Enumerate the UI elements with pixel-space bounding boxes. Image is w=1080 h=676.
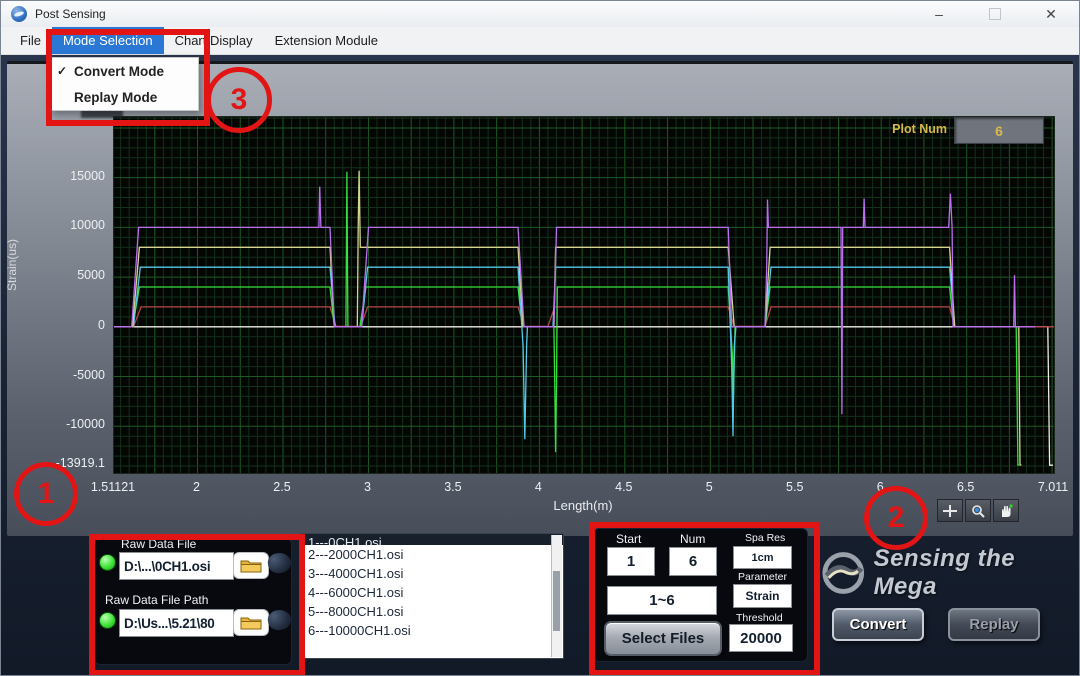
close-button[interactable]: ✕ [1023, 1, 1079, 27]
file-list-item[interactable]: 6---10000CH1.osi [301, 621, 563, 640]
x-tick-label: 4.5 [584, 480, 664, 494]
series-10000CH1 [114, 187, 1035, 415]
x-axis-title: Length(m) [483, 498, 683, 513]
y-tick-label: 10000 [29, 218, 105, 232]
x-tick-label: 2.5 [242, 480, 322, 494]
brand-swirl-icon [821, 550, 866, 596]
raw-data-file-input[interactable]: D:\...\0CH1.osi [119, 552, 234, 580]
app-logo-icon [11, 6, 27, 22]
zoom-tool[interactable] [965, 499, 991, 522]
x-tick-label: 6 [840, 480, 920, 494]
convert-button[interactable]: Convert [832, 608, 924, 641]
cursor-crosshair-tool[interactable] [937, 499, 963, 522]
raw-data-file-path-led [99, 612, 116, 629]
menu-chart-display[interactable]: Chart Display [164, 27, 264, 54]
raw-data-file-led [99, 554, 116, 571]
file-list[interactable]: 1---0CH1.osi2---2000CH1.osi3---4000CH1.o… [300, 533, 564, 659]
raw-data-file-path-input[interactable]: D:\Us...\5.21\80 [119, 609, 234, 637]
file-list-item[interactable]: 1---0CH1.osi [301, 534, 563, 545]
file-list-item[interactable]: 2---2000CH1.osi [301, 545, 563, 564]
threshold-label: Threshold [736, 612, 783, 624]
start-label: Start [616, 532, 641, 546]
strain-chart [114, 117, 1054, 473]
scrollbar-thumb[interactable] [553, 571, 560, 631]
menu-bar: File Mode Selection Chart Display Extens… [1, 27, 1079, 55]
series-6000CH1 [114, 267, 1009, 439]
x-tick-label: 1.51121 [73, 480, 153, 494]
menu-extension-module[interactable]: Extension Module [264, 27, 389, 54]
file-list-item[interactable]: 4---6000CH1.osi [301, 583, 563, 602]
minimize-button[interactable]: – [911, 1, 967, 27]
title-bar: Post Sensing – ✕ [1, 1, 1079, 27]
y-tick-label: 15000 [29, 169, 105, 183]
checkmark-icon: ✓ [50, 64, 74, 78]
y-tick-label: -5000 [29, 368, 105, 382]
menu-mode-selection[interactable]: Mode Selection [52, 27, 164, 54]
folder-icon [240, 558, 262, 573]
range-input[interactable]: 1~6 [607, 586, 717, 615]
series-8000CH1 [114, 171, 1021, 465]
y-tick-label: 0 [29, 318, 105, 332]
browse-file-button[interactable] [233, 552, 269, 579]
spa-res-input[interactable]: 1cm [733, 546, 792, 569]
y-axis-title: Strain(us) [5, 239, 19, 291]
mode-selection-dropdown: ✓ Convert Mode Replay Mode [49, 57, 199, 111]
x-tick-label: 3.5 [413, 480, 493, 494]
x-tick-label: 5.5 [755, 480, 835, 494]
spa-res-label: Spa Res [745, 532, 785, 544]
graph-tool-palette [937, 499, 1019, 522]
y-tick-label: 5000 [29, 268, 105, 282]
threshold-input[interactable]: 20000 [729, 624, 793, 652]
pan-hand-tool[interactable] [993, 499, 1019, 522]
plot-num-indicator: 6 [954, 117, 1044, 144]
x-tick-label: 5 [669, 480, 749, 494]
brand-text: Sensing the Mega [874, 545, 1079, 601]
maximize-icon [989, 8, 1001, 20]
file-list-item[interactable]: 3---4000CH1.osi [301, 564, 563, 583]
menu-file[interactable]: File [9, 27, 52, 54]
parameter-label: Parameter [738, 571, 787, 583]
strain-chart-plot[interactable] [113, 116, 1055, 474]
folder-icon [240, 615, 262, 630]
num-input[interactable]: 6 [669, 547, 717, 576]
file-list-item[interactable]: 5---8000CH1.osi [301, 602, 563, 621]
parameter-input[interactable]: Strain [733, 584, 792, 608]
x-tick-label: 6.5 [926, 480, 1006, 494]
y-tick-label: -10000 [29, 417, 105, 431]
x-tick-label: 4 [498, 480, 578, 494]
raw-data-file-path-label: Raw Data File Path [105, 593, 208, 607]
start-input[interactable]: 1 [607, 547, 655, 576]
plot-num-label: Plot Num [859, 122, 947, 136]
raw-data-file-label: Raw Data File [121, 537, 196, 551]
brand-logo: Sensing the Mega [821, 545, 1079, 601]
window-title: Post Sensing [35, 7, 106, 21]
x-tick-label: 7.011 [1013, 480, 1080, 494]
select-files-button[interactable]: Select Files [604, 621, 722, 656]
series-4000CH1 [114, 172, 1019, 465]
menu-item-replay-mode[interactable]: Replay Mode [50, 84, 198, 110]
app-window: Post Sensing – ✕ File Mode Selection Cha… [0, 0, 1080, 676]
x-tick-label: 2 [157, 480, 237, 494]
y-tick-label: -13919.1 [29, 456, 105, 470]
file-list-scrollbar[interactable] [551, 535, 562, 657]
x-tick-label: 3 [327, 480, 407, 494]
maximize-button[interactable] [967, 1, 1023, 27]
replay-button[interactable]: Replay [948, 608, 1040, 641]
num-label: Num [680, 532, 705, 546]
browse-path-button[interactable] [233, 609, 269, 636]
menu-item-convert-mode[interactable]: ✓ Convert Mode [50, 58, 198, 84]
